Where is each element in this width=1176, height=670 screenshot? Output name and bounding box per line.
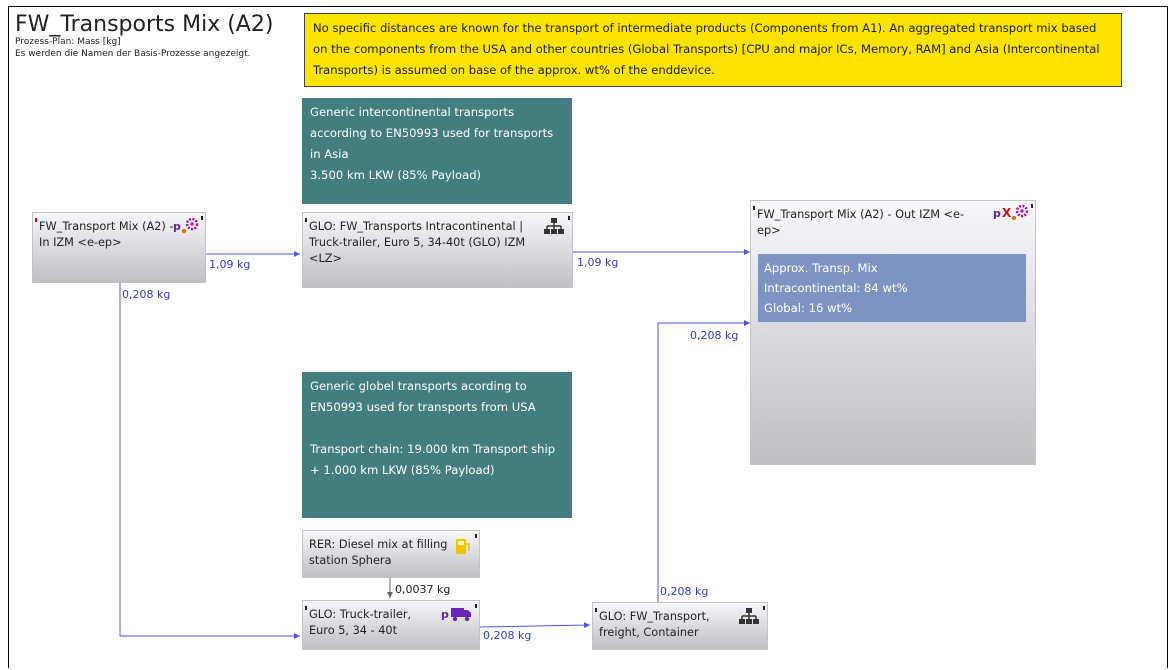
node-out-izm[interactable]: FW_Transport Mix (A2) - Out IZM <e-ep> p… [750, 200, 1036, 465]
node-in-izm-label: FW_Transport Mix (A2) - In IZM <e-ep> [39, 220, 178, 249]
node-intracontinental[interactable]: GLO: FW_Transports Intracontinental | Tr… [302, 212, 573, 288]
flow-label-container-to-out: 0,208 kg [690, 329, 739, 342]
flow-container-to-out [657, 320, 750, 604]
flow-label-in-down: 0,208 kg [122, 288, 171, 301]
hierarchy-icon [544, 218, 564, 234]
node-container-label: GLO: FW_Transport, freight, Container [599, 610, 714, 639]
flow-label-in-to-intra: 1,09 kg [209, 258, 251, 271]
node-diesel[interactable]: RER: Diesel mix at filling station Spher… [302, 530, 480, 578]
node-out-izm-label: FW_Transport Mix (A2) - Out IZM <e-ep> [757, 208, 965, 237]
flow-label-truck-to-container: 0,208 kg [483, 629, 532, 642]
flow-label-container-up: 0,208 kg [660, 585, 709, 598]
transport-mix-note: Approx. Transp. Mix Intracontinental: 84… [758, 254, 1026, 322]
flow-in-down-to-truck [119, 283, 300, 639]
flow-label-intra-to-out: 1,09 kg [577, 256, 619, 269]
mix-global: Global: 16 wt% [764, 301, 853, 315]
svg-text:p: p [993, 207, 1001, 220]
truck-icon: p [441, 608, 471, 622]
svg-text:X: X [1002, 206, 1012, 220]
process-gear-icon: p X [993, 204, 1029, 221]
svg-text:p: p [441, 608, 449, 621]
node-in-izm[interactable]: FW_Transport Mix (A2) - In IZM <e-ep> p [32, 212, 206, 283]
flow-label-diesel: 0,0037 kg [395, 583, 451, 596]
flow-truck-to-container [479, 622, 591, 629]
node-diesel-label: RER: Diesel mix at filling station Spher… [309, 538, 452, 567]
svg-text:p: p [173, 220, 181, 233]
node-truck-label: GLO: Truck-trailer, Euro 5, 34 - 40t [309, 608, 415, 637]
node-truck[interactable]: GLO: Truck-trailer, Euro 5, 34 - 40t p [302, 600, 480, 650]
mix-intracontinental: Intracontinental: 84 wt% [764, 281, 908, 295]
node-container[interactable]: GLO: FW_Transport, freight, Container [592, 602, 768, 650]
node-intracontinental-label: GLO: FW_Transports Intracontinental | Tr… [309, 220, 529, 265]
mix-title: Approx. Transp. Mix [764, 261, 878, 275]
hierarchy-icon [739, 608, 759, 624]
fuel-pump-icon [456, 539, 470, 554]
process-gear-icon: p [173, 217, 199, 234]
